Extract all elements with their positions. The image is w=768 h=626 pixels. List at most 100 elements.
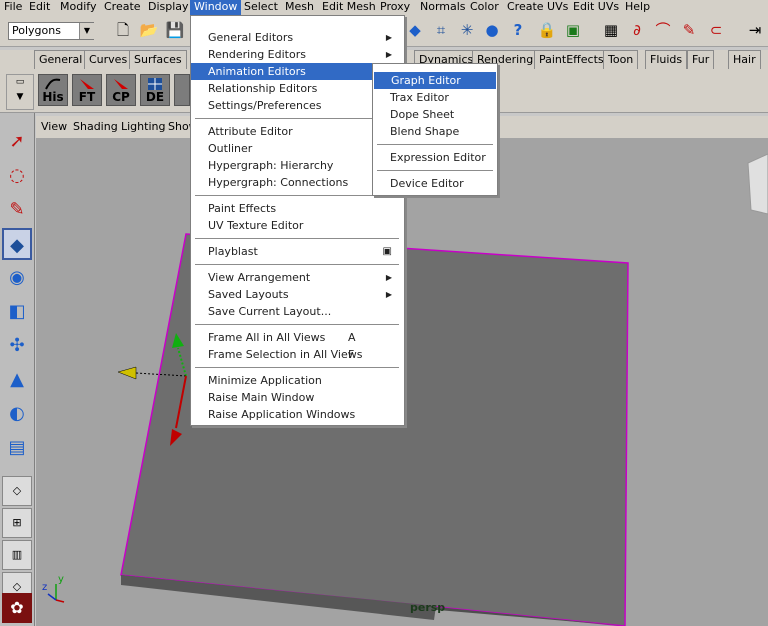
shelf-button-label: His xyxy=(42,90,64,104)
vp-menu-view[interactable]: View xyxy=(41,116,67,138)
shelf-button-his[interactable]: His xyxy=(38,74,68,106)
menu-item-label: Dope Sheet xyxy=(390,108,455,121)
menu-proxy[interactable]: Proxy xyxy=(376,0,414,15)
snap-grid-icon[interactable]: ▦ xyxy=(600,19,622,41)
menu-display[interactable]: Display xyxy=(144,0,193,15)
menu-item-graph-editor[interactable]: Graph Editor xyxy=(374,72,496,89)
menu-item-dope-sheet[interactable]: Dope Sheet xyxy=(373,106,497,123)
menu-item-save-current-layout[interactable]: Save Current Layout... xyxy=(191,303,404,320)
single-layout-icon[interactable]: ◇ xyxy=(2,476,32,506)
menu-normals[interactable]: Normals xyxy=(416,0,470,15)
chevron-down-icon[interactable]: ▼ xyxy=(79,23,94,39)
tab-surfaces[interactable]: Surfaces xyxy=(129,50,187,69)
menu-item-raise-application-windows[interactable]: Raise Application Windows xyxy=(191,406,404,423)
open-scene-icon[interactable]: 📂 xyxy=(138,19,160,41)
snap-view-icon[interactable]: ✎ xyxy=(678,19,700,41)
scale-tool-icon[interactable]: ◧ xyxy=(2,296,32,328)
menu-edit-uvs[interactable]: Edit UVs xyxy=(569,0,623,15)
menu-item-trax-editor[interactable]: Trax Editor xyxy=(373,89,497,106)
menu-item-raise-main-window[interactable]: Raise Main Window xyxy=(191,389,404,406)
menu-modify[interactable]: Modify xyxy=(56,0,100,15)
menu-item-playblast[interactable]: Playblast ▣ xyxy=(191,243,404,260)
lasso-tool-icon[interactable]: ◌ xyxy=(2,160,32,192)
menu-item-rendering-editors[interactable]: Rendering Editors ▶ xyxy=(191,46,404,63)
poly-sphere-icon[interactable]: ◆ xyxy=(404,19,426,41)
outliner-layout-icon[interactable]: ▥ xyxy=(2,540,32,570)
menu-item-uv-texture-editor[interactable]: UV Texture Editor xyxy=(191,217,404,234)
menu-separator xyxy=(195,238,399,240)
snap-select-icon[interactable]: ▣ xyxy=(562,19,584,41)
view-cube-icon[interactable] xyxy=(747,153,768,215)
lock-icon[interactable]: 🔒 xyxy=(536,19,558,41)
menu-color[interactable]: Color xyxy=(466,0,503,15)
manipulator-tool-icon[interactable]: ✣ xyxy=(2,330,32,362)
camera-icon[interactable]: ✳ xyxy=(456,19,478,41)
save-scene-icon[interactable]: 💾 xyxy=(164,19,186,41)
tab-fur[interactable]: Fur xyxy=(687,50,715,69)
tab-curves[interactable]: Curves xyxy=(84,50,133,69)
shelf-button-label: CP xyxy=(112,90,130,104)
rotate-tool-icon[interactable]: ◉ xyxy=(2,262,32,294)
option-box-icon[interactable]: ▣ xyxy=(383,243,392,260)
menu-item-general-editors[interactable]: General Editors ▶ xyxy=(191,29,404,46)
menu-item-view-arrangement[interactable]: View Arrangement ▶ xyxy=(191,269,404,286)
menu-item-expression-editor[interactable]: Expression Editor xyxy=(373,149,497,166)
history-icon[interactable]: ⇥ xyxy=(744,19,766,41)
chevron-right-icon: ▶ xyxy=(385,33,392,42)
vp-menu-shading[interactable]: Shading xyxy=(73,116,118,138)
menu-item-label: Hypergraph: Hierarchy xyxy=(208,159,334,172)
move-tool-icon[interactable]: ◆ xyxy=(2,228,32,260)
show-manip-icon[interactable]: ◐ xyxy=(2,398,32,430)
menu-item-label: Device Editor xyxy=(390,177,464,190)
magnet-icon[interactable]: ⊂ xyxy=(705,19,727,41)
menu-item-frame-selection[interactable]: Frame Selection in All Views F xyxy=(191,346,404,363)
menu-create[interactable]: Create xyxy=(100,0,145,15)
shelf-button-ft[interactable]: FT xyxy=(72,74,102,106)
tab-toon[interactable]: Toon xyxy=(603,50,639,69)
menu-file[interactable]: File xyxy=(0,0,26,15)
menu-select[interactable]: Select xyxy=(240,0,282,15)
soft-mod-icon[interactable]: ▲ xyxy=(2,364,32,396)
axis-x-line xyxy=(55,599,65,603)
menu-item-paint-effects[interactable]: Paint Effects xyxy=(191,200,404,217)
menu-item-blend-shape[interactable]: Blend Shape xyxy=(373,123,497,140)
menu-item-label: Minimize Application xyxy=(208,374,322,387)
menu-help[interactable]: Help xyxy=(621,0,654,15)
menu-item-label: Rendering Editors xyxy=(208,48,306,61)
four-view-layout-icon[interactable]: ⊞ xyxy=(2,508,32,538)
manip-x-handle[interactable] xyxy=(117,366,137,380)
sphere-icon[interactable]: ● xyxy=(481,19,503,41)
tab-fluids[interactable]: Fluids xyxy=(645,50,688,69)
new-scene-icon[interactable]: 🗋 xyxy=(112,19,134,41)
chevron-right-icon: ▶ xyxy=(385,273,392,282)
snap-curve-icon[interactable]: ∂ xyxy=(626,19,648,41)
menu-item-label: Saved Layouts xyxy=(208,288,289,301)
shelf-button-de[interactable]: DE xyxy=(140,74,170,106)
select-tool-icon[interactable]: ➚ xyxy=(2,126,32,158)
paint-select-icon[interactable]: ✎ xyxy=(2,194,32,226)
axis-z-line xyxy=(47,593,57,601)
shelf-button-more[interactable] xyxy=(174,74,190,106)
snap-point-icon[interactable]: ⌒ xyxy=(652,19,674,41)
menu-item-minimize-application[interactable]: Minimize Application xyxy=(191,372,404,389)
tab-general[interactable]: General xyxy=(34,50,88,69)
vp-menu-lighting[interactable]: Lighting xyxy=(121,116,165,138)
menu-window[interactable]: Window xyxy=(190,0,242,15)
last-tool-icon[interactable]: ▤ xyxy=(2,432,32,464)
help-icon[interactable]: ? xyxy=(507,19,529,41)
chevron-right-icon: ▶ xyxy=(385,290,392,299)
tab-painteffects[interactable]: PaintEffects xyxy=(534,50,609,69)
grid-icon xyxy=(148,78,162,90)
menu-item-saved-layouts[interactable]: Saved Layouts ▶ xyxy=(191,286,404,303)
menu-create-uvs[interactable]: Create UVs xyxy=(503,0,572,15)
menu-mesh[interactable]: Mesh xyxy=(281,0,318,15)
menu-edit-mesh[interactable]: Edit Mesh xyxy=(318,0,380,15)
component-icon[interactable]: ⌗ xyxy=(430,19,452,41)
menu-item-frame-all[interactable]: Frame All in All Views A xyxy=(191,329,404,346)
menu-item-device-editor[interactable]: Device Editor xyxy=(373,175,497,192)
shelf-button-cp[interactable]: CP xyxy=(106,74,136,106)
menu-item-label: Frame All in All Views xyxy=(208,331,326,344)
shelf-menu-icon[interactable]: ▭ ▼ xyxy=(6,74,34,110)
tab-hair[interactable]: Hair xyxy=(728,50,761,69)
menu-edit[interactable]: Edit xyxy=(25,0,54,15)
